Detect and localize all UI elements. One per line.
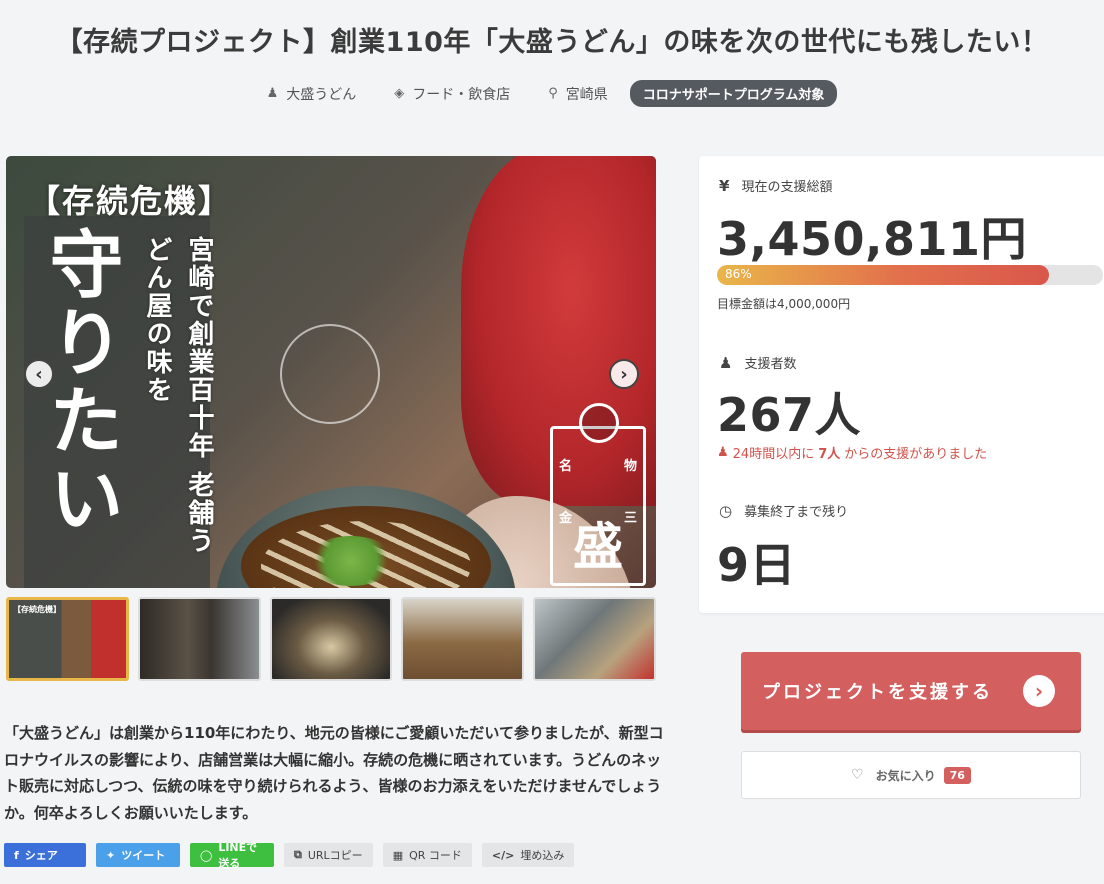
thumbnail-5[interactable] [533,597,656,681]
play-video-icon[interactable] [280,324,380,424]
seal-char: 盛 [573,518,623,576]
funding-stats-card: ¥ 現在の支援総額 3,450,811円 86% 目標金額は4,000,000円… [699,156,1104,613]
remaining-label: 募集終了まで残り [744,505,849,520]
seal-top-right: 物 [623,459,637,474]
supporters-label-row: ♟ 支援者数 [719,353,797,373]
crest-icon [579,403,619,443]
yen-icon: ¥ [719,176,730,195]
user-icon: ♟ [266,86,279,101]
hero-headline: 【存続危機】 [28,182,233,220]
thumbnail-strip: 【存続危機】 [6,597,656,681]
project-meta: ♟ 大盛うどん ◈ フード・飲食店 ⚲ 宮崎県 コロナサポートプログラム対象 [0,80,1104,107]
location-name: 宮崎県 [565,86,608,103]
total-amount: 3,450,811円 [717,212,1027,266]
twitter-icon: ✦ [106,848,116,862]
chevron-right-icon: › [1023,675,1055,707]
page-title: 【存続プロジェクト】創業110年「大盛うどん」の味を次の世代にも残したい！ [55,27,1049,58]
project-description: 「大盛うどん」は創業から110年にわたり、地元の皆様にご愛顧いただいて参りました… [4,724,664,822]
qr-code-label: QR コード [409,849,462,862]
support-project-button[interactable]: プロジェクトを支援する › [741,652,1081,730]
tag-icon: ◈ [394,86,405,101]
seal-left: 金 [559,511,573,526]
thumbnail-3[interactable] [269,597,393,681]
favorite-count: 76 [943,766,971,784]
hero-big-text: 守りたい [37,226,123,538]
heart-icon: ♡ [851,767,864,783]
shop-seal: 名 物 金 三 盛 [550,403,646,586]
copy-icon: ⧉ [294,848,302,861]
favorite-label: お気に入り [875,768,936,783]
seal-right: 三 [623,511,637,526]
supporters-count: 267人 [717,388,862,442]
thumbnail-1[interactable]: 【存続危機】 [6,597,129,681]
url-copy-button[interactable]: ⧉ URLコピー [284,843,373,867]
recent-prefix: 24時間以内に [732,447,815,462]
support-button-label: プロジェクトを支援する [762,682,993,703]
user-plus-icon: ♟ [717,445,729,460]
recent-support-notice: ♟ 24時間以内に 7人 からの支援がありました [717,443,987,462]
facebook-icon: f [14,848,19,862]
embed-label: 埋め込み [520,849,565,862]
map-pin-icon: ⚲ [548,86,558,101]
thumbnail-2[interactable] [137,597,261,681]
remaining-days: 9日 [717,538,797,592]
facebook-share-label: シェア [24,849,58,862]
progress-percent: 86% [725,267,752,281]
owner-link[interactable]: ♟ 大盛うどん [267,84,357,104]
recent-count: 7人 [818,447,841,462]
chevron-right-icon[interactable]: › [609,359,639,389]
total-label-row: ¥ 現在の支援総額 [719,176,833,196]
facebook-share-button[interactable]: f シェア [4,843,86,867]
supporters-label: 支援者数 [744,357,797,372]
line-share-label: LINEで送る [218,841,258,870]
funding-progress-bar: 86% [717,265,1103,285]
recent-suffix: からの支援がありました [844,447,988,462]
total-label: 現在の支援総額 [741,180,833,195]
chevron-left-icon[interactable]: ‹ [24,359,54,389]
program-badge[interactable]: コロナサポートプログラム対象 [629,80,838,107]
code-icon: </> [491,848,515,862]
remaining-label-row: ◷ 募集終了まで残り [719,501,849,521]
goal-amount: 目標金額は4,000,000円 [717,297,851,311]
seal-top-left: 名 [559,459,573,474]
line-icon: ◯ [200,848,213,862]
hero-sub-text: 宮崎で創業百十年 老舗うどん屋の味を [142,236,214,556]
favorite-button[interactable]: ♡ お気に入り 76 [741,751,1081,799]
thumbnail-4[interactable] [401,597,525,681]
qr-icon: ▦ [392,848,404,862]
qr-code-button[interactable]: ▦ QR コード [382,843,472,867]
clock-icon: ◷ [719,501,733,520]
twitter-share-button[interactable]: ✦ ツイート [96,843,180,867]
url-copy-label: URLコピー [307,849,363,862]
green-onion-graphic [306,536,396,586]
twitter-share-label: ツイート [121,849,166,862]
user-icon: ♟ [719,353,733,372]
line-share-button[interactable]: ◯ LINEで送る [190,841,274,870]
share-bar: f シェア ✦ ツイート ◯ LINEで送る ⧉ URLコピー ▦ QR コード… [4,841,575,870]
category-link[interactable]: ◈ フード・飲食店 [394,84,510,104]
progress-fill: 86% [717,265,1049,285]
location-link[interactable]: ⚲ 宮崎県 [548,84,608,104]
owner-name: 大盛うどん [286,86,357,103]
thumbnail-1-label: 【存続危機】 [13,605,61,614]
embed-button[interactable]: </> 埋め込み [481,843,575,867]
category-name: フード・飲食店 [412,86,511,103]
